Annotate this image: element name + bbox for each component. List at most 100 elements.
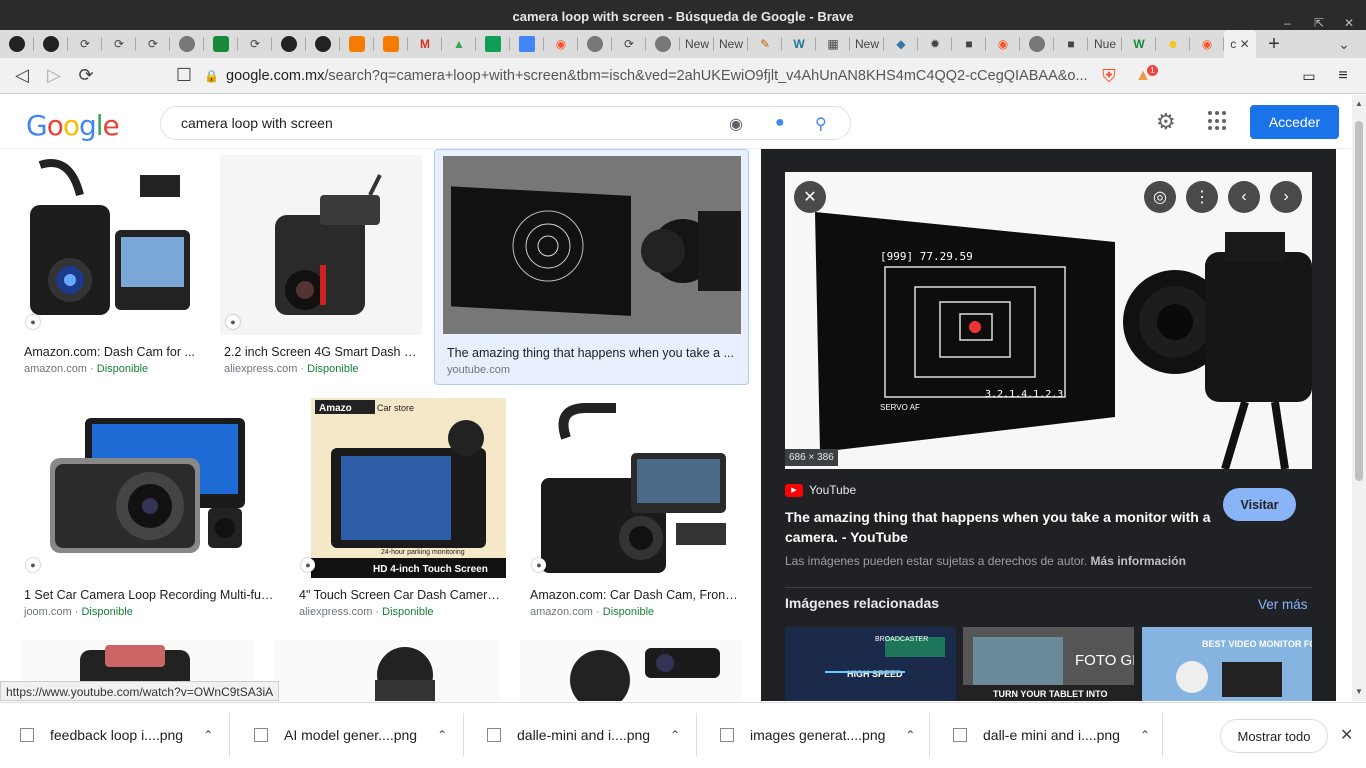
tab[interactable] [510, 30, 544, 58]
scroll-down-icon[interactable]: ▼ [1355, 687, 1363, 696]
tab[interactable] [1020, 30, 1054, 58]
download-item[interactable]: feedback loop i....png ⌃ [20, 713, 230, 757]
chevron-up-icon[interactable]: ⌃ [905, 728, 915, 742]
close-downloads-icon[interactable]: ✕ [1340, 725, 1353, 745]
brave-shields-icon[interactable]: ⛨ [1098, 62, 1120, 90]
previous-icon[interactable]: ‹ [1228, 181, 1260, 213]
signin-button[interactable]: Acceder [1250, 105, 1339, 139]
preview-source[interactable]: ▶ YouTube [785, 483, 856, 497]
tab[interactable]: ■ [1054, 30, 1088, 58]
tab[interactable]: ◉ [986, 30, 1020, 58]
tab[interactable]: W [782, 30, 816, 58]
tab[interactable]: M [408, 30, 442, 58]
menu-icon[interactable]: ≡ [1332, 62, 1354, 90]
tab[interactable]: ✹ [918, 30, 952, 58]
search-box[interactable]: camera loop with screen ◉ ● ⚲ [160, 106, 851, 140]
result-thumbnail[interactable] [520, 640, 741, 701]
result-card-selected[interactable]: The amazing thing that happens when you … [434, 149, 749, 385]
bookmark-icon[interactable]: ☐ [168, 60, 200, 92]
result-thumbnail[interactable]: ● [20, 155, 200, 335]
show-all-button[interactable]: Mostrar todo [1220, 719, 1328, 753]
result-card[interactable]: Amazo Car store HD 4-inch Touch Screen 2… [295, 398, 506, 622]
reload-icon[interactable]: ⟳ [70, 60, 102, 92]
result-thumbnail[interactable]: Amazo Car store HD 4-inch Touch Screen 2… [311, 398, 506, 578]
preview-title[interactable]: The amazing thing that happens when you … [785, 507, 1215, 547]
tab[interactable]: ⟳ [612, 30, 646, 58]
result-card[interactable] [275, 640, 500, 701]
forward-icon[interactable]: ▷ [38, 60, 70, 92]
tab[interactable]: ⟳ [136, 30, 170, 58]
tab[interactable] [272, 30, 306, 58]
result-thumbnail[interactable] [275, 640, 500, 701]
related-image[interactable]: FOTO GRAPHY TURN YOUR TABLET INTO [963, 627, 1134, 701]
tab[interactable] [578, 30, 612, 58]
tab-list-chevron-icon[interactable]: ⌄ [1322, 30, 1366, 58]
tab[interactable]: New [850, 30, 884, 58]
close-preview-icon[interactable]: ✕ [794, 181, 826, 213]
brave-rewards-icon[interactable]: ▲ 1 [1130, 62, 1158, 90]
result-card[interactable]: ● 1 Set Car Camera Loop Recording Multi-… [20, 398, 275, 622]
result-title[interactable]: 4" Touch Screen Car Dash Camera ... [299, 588, 506, 602]
tab[interactable]: ✎ [748, 30, 782, 58]
back-icon[interactable]: ◁ [6, 60, 38, 92]
tab[interactable]: ⟳ [238, 30, 272, 58]
tab[interactable]: Nue [1088, 30, 1122, 58]
related-image[interactable]: BEST VIDEO MONITOR FOR YOU! [1142, 627, 1312, 701]
result-thumbnail[interactable]: ● [526, 398, 741, 578]
tab[interactable] [374, 30, 408, 58]
tab[interactable]: New [680, 30, 714, 58]
tab[interactable]: ◆ [884, 30, 918, 58]
tab[interactable]: ▲ [442, 30, 476, 58]
camera-icon[interactable]: ◉ [729, 114, 743, 134]
chevron-up-icon[interactable]: ⌃ [203, 728, 213, 742]
google-logo[interactable]: Google [26, 109, 120, 142]
tab[interactable]: ■ [952, 30, 986, 58]
tab[interactable] [170, 30, 204, 58]
visit-button[interactable]: Visitar [1223, 488, 1296, 521]
tab[interactable]: ◉ [544, 30, 578, 58]
download-item[interactable]: AI model gener....png ⌃ [254, 713, 464, 757]
tab[interactable]: W [1122, 30, 1156, 58]
next-icon[interactable]: › [1270, 181, 1302, 213]
result-thumbnail[interactable]: ● [220, 155, 422, 335]
tab[interactable]: ⟳ [102, 30, 136, 58]
tab-active[interactable]: c ✕ [1224, 30, 1256, 58]
more-info-link[interactable]: Más información [1091, 554, 1186, 568]
address-bar[interactable]: 🔒 google.com.mx/search?q=camera+loop+wit… [204, 62, 1088, 90]
mic-icon[interactable]: ● [775, 114, 785, 132]
chevron-up-icon[interactable]: ⌃ [437, 728, 447, 742]
download-item[interactable]: dalle-mini and i....png ⌃ [487, 713, 697, 757]
tab[interactable] [476, 30, 510, 58]
tab[interactable]: ⟳ [68, 30, 102, 58]
result-title[interactable]: 1 Set Car Camera Loop Recording Multi-fu… [24, 588, 275, 602]
tab[interactable]: New [714, 30, 748, 58]
scrollbar-thumb[interactable] [1355, 121, 1363, 481]
wallet-icon[interactable]: ▭ [1298, 62, 1320, 90]
tab[interactable] [34, 30, 68, 58]
more-options-icon[interactable]: ⋮ [1186, 181, 1218, 213]
tab[interactable] [340, 30, 374, 58]
lens-icon[interactable]: ◎ [1144, 181, 1176, 213]
result-title[interactable]: Amazon.com: Dash Cam for ... [24, 345, 200, 359]
result-title[interactable]: Amazon.com: Car Dash Cam, Front ... [530, 588, 741, 602]
apps-grid-icon[interactable] [1208, 111, 1228, 131]
result-card[interactable]: ● 2.2 inch Screen 4G Smart Dash C... ali… [220, 155, 422, 379]
tab[interactable]: ◉ [1190, 30, 1224, 58]
result-title[interactable]: The amazing thing that happens when you … [447, 346, 737, 360]
related-image[interactable]: HIGH SPEED BROADCASTER [785, 627, 956, 701]
settings-gear-icon[interactable]: ⚙ [1156, 109, 1176, 135]
new-tab-button[interactable]: + [1256, 30, 1292, 58]
tab[interactable] [646, 30, 680, 58]
result-title[interactable]: 2.2 inch Screen 4G Smart Dash C... [224, 345, 420, 359]
tab[interactable] [306, 30, 340, 58]
search-icon[interactable]: ⚲ [815, 114, 827, 134]
tab[interactable]: ▦ [816, 30, 850, 58]
result-card[interactable]: ● Amazon.com: Dash Cam for ... amazon.co… [20, 155, 200, 379]
result-card[interactable]: ● Amazon.com: Car Dash Cam, Front ... am… [526, 398, 741, 622]
tab[interactable]: ☻ [1156, 30, 1190, 58]
result-card[interactable] [520, 640, 741, 701]
preview-image[interactable]: [999] 77.29.59 3.2.1.4.1.2.3 SERVO AF ✕ … [785, 172, 1312, 469]
tab[interactable] [204, 30, 238, 58]
scroll-up-icon[interactable]: ▲ [1355, 99, 1363, 108]
download-item[interactable]: images generat....png ⌃ [720, 713, 930, 757]
